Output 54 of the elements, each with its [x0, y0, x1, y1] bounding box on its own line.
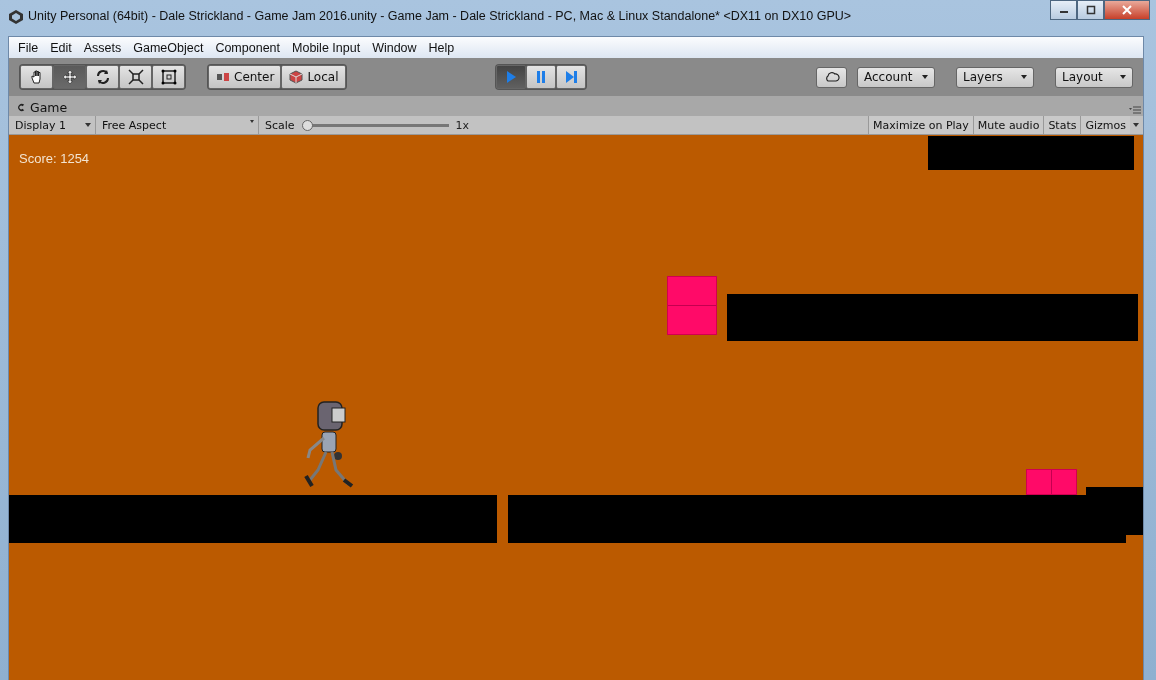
menu-item[interactable]: Assets [77, 40, 128, 55]
caret-icon[interactable] [1133, 123, 1139, 127]
menu-item[interactable]: File [12, 40, 45, 55]
scale-value: 1x [455, 118, 470, 132]
tool-button[interactable] [86, 65, 119, 89]
move-arrows-icon [61, 69, 78, 85]
close-button[interactable] [1104, 0, 1150, 20]
menu-item[interactable]: Edit [44, 40, 78, 55]
maximize-button[interactable] [1077, 0, 1104, 20]
toggle-button[interactable]: Gizmos [1080, 116, 1130, 134]
rotate-icon [94, 69, 111, 85]
menu-item[interactable]: GameObject [127, 40, 210, 55]
local-cube-icon [288, 69, 305, 85]
minimize-button[interactable] [1050, 0, 1077, 20]
maximize-icon [1085, 5, 1096, 15]
toggle-button[interactable]: Maximize on Play [868, 116, 973, 134]
stepper-icon [85, 123, 91, 127]
rect-tool-icon [160, 69, 177, 85]
toggle-button[interactable]: Mute audio [972, 116, 1044, 134]
tool-button[interactable] [20, 65, 53, 89]
caret-icon [250, 120, 254, 123]
toggle-button[interactable]: Stats [1043, 116, 1081, 134]
menu-item[interactable]: Mobile Input [286, 40, 367, 55]
scale-icon [127, 69, 144, 85]
close-icon [1122, 5, 1132, 15]
window-title: Unity Personal (64bit) - Dale Strickland - Game Jam 2016.unity - Game Jam - Dale Strickland - PC, Mac & Linux Standalone* <DX11 on DX10 GPU> [28, 9, 853, 23]
tool-button[interactable] [119, 65, 152, 89]
score-text: Score: 1254 [19, 151, 90, 166]
tool-button[interactable] [152, 65, 185, 89]
display-dropdown[interactable]: Display 1 [9, 116, 96, 134]
game-tab[interactable]: Game [9, 100, 74, 116]
step-button[interactable] [555, 65, 586, 89]
caret-icon [1021, 75, 1027, 79]
hazard-block [1026, 469, 1077, 495]
pivot-button[interactable]: Local [281, 65, 346, 89]
cube-logo-icon [8, 9, 24, 25]
hazard-block [667, 276, 717, 335]
caret-icon [922, 75, 928, 79]
pivot-button[interactable]: Center [208, 65, 282, 89]
menu-item[interactable]: Window [366, 40, 423, 55]
cloud-button[interactable] [816, 66, 847, 88]
scale-label: Scale [265, 118, 295, 132]
aspect-dropdown[interactable]: Free Aspect [96, 116, 259, 134]
menu-item[interactable]: Component [209, 40, 286, 55]
dropdown-button[interactable]: Account [857, 66, 935, 88]
caret-icon [1120, 75, 1126, 79]
slider-thumb[interactable] [301, 119, 313, 131]
pause-button[interactable] [525, 65, 556, 89]
tool-button[interactable] [53, 65, 86, 89]
cloud-icon [823, 69, 840, 85]
dropdown-button[interactable]: Layers [956, 66, 1034, 88]
dropdown-button[interactable]: Layout [1055, 66, 1133, 88]
menu-item[interactable]: Help [422, 40, 461, 55]
scale-slider[interactable] [302, 119, 449, 131]
